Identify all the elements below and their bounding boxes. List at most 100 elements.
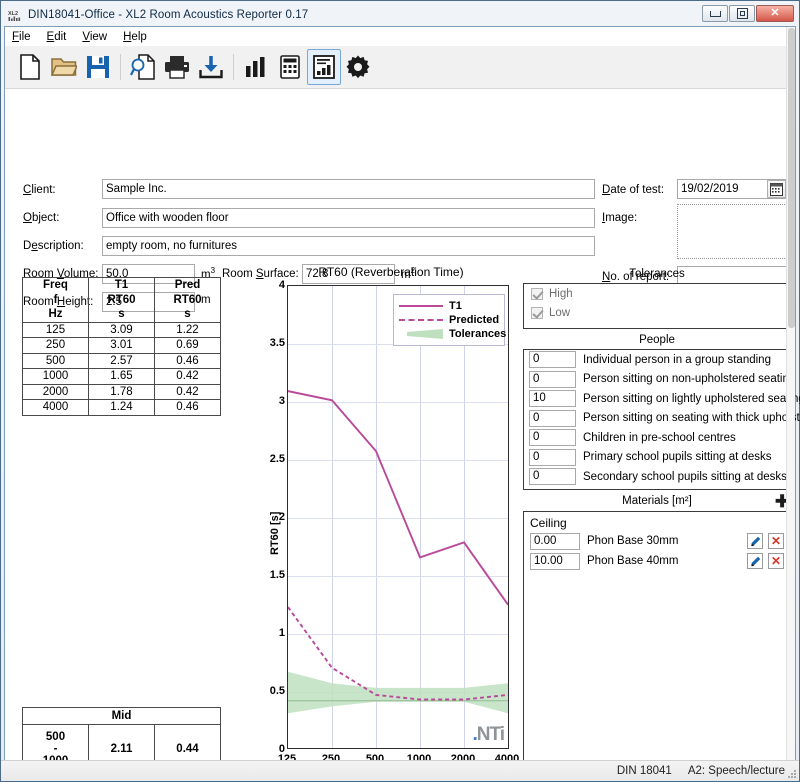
pencil-icon[interactable] <box>747 533 763 549</box>
gear-icon[interactable] <box>341 49 375 85</box>
people-row: 10 Person sitting on lightly upholstered… <box>524 389 800 409</box>
object-input[interactable]: Office with wooden floor <box>102 208 595 228</box>
people-row: 0 Children in pre-school centres <box>524 428 790 448</box>
people-count-input[interactable]: 10 <box>529 390 576 408</box>
legend-label-tolerances: Tolerances <box>449 328 507 340</box>
legend-key-band <box>399 329 443 339</box>
cell-t1: 1.78 <box>88 383 155 400</box>
people-row: 0 Individual person in a group standing <box>524 350 790 370</box>
material-area-input[interactable]: 10.00 <box>530 552 580 570</box>
y-tick-1-5: 1.5 <box>269 569 285 581</box>
date-of-test-label: Date of test: <box>602 184 665 196</box>
vertical-scrollbar[interactable] <box>786 27 795 777</box>
new-document-icon[interactable] <box>13 49 47 85</box>
resize-grip-icon[interactable] <box>785 767 797 779</box>
table-header-row: Hz s s <box>22 307 221 323</box>
delete-material-button[interactable]: ✕ <box>768 553 784 569</box>
print-preview-icon[interactable] <box>126 49 160 85</box>
header-t1-l2: RT60 <box>88 292 155 307</box>
tolerance-low-label: Low <box>549 306 571 319</box>
application-window: XL2 DIN18041-Office - XL2 Room Acoustics… <box>0 0 800 782</box>
description-input[interactable]: empty room, no furnitures <box>102 236 595 256</box>
legend-key-solid-line <box>399 301 443 311</box>
client-label: Client: <box>23 184 56 196</box>
object-label: Object: <box>23 212 60 224</box>
header-pred-l2: RT60 <box>154 292 221 307</box>
description-label: Description: <box>23 240 84 252</box>
menu-help[interactable]: Help <box>123 31 147 43</box>
header-freq-l2: f <box>22 292 89 307</box>
y-tick-4: 4 <box>278 279 285 291</box>
cell-pred: 0.46 <box>154 399 221 416</box>
minimize-button[interactable] <box>702 5 728 22</box>
nti-watermark: .NTi <box>472 724 505 745</box>
calendar-icon-date-of-test[interactable] <box>767 180 786 198</box>
series-t1 <box>288 390 508 606</box>
people-label: Secondary school pupils sitting at desks <box>583 470 787 483</box>
cell-freq: 1000 <box>22 368 89 385</box>
material-area-input[interactable]: 0.00 <box>530 532 580 550</box>
people-row: 0 Primary school pupils sitting at desks <box>524 448 790 468</box>
client-input[interactable]: Sample Inc. <box>102 179 595 199</box>
calculator-icon[interactable] <box>273 49 307 85</box>
maximize-button[interactable] <box>729 5 755 22</box>
cell-t1: 3.09 <box>88 321 155 338</box>
pencil-icon[interactable] <box>747 553 763 569</box>
delete-material-button[interactable]: ✕ <box>768 533 784 549</box>
table-row: 1000 1.65 0.42 <box>22 368 221 385</box>
checkbox-low-icon[interactable] <box>531 306 543 319</box>
legend-label-t1: T1 <box>449 300 462 312</box>
header-t1-l1: T1 <box>88 277 155 293</box>
window-title: DIN18041-Office - XL2 Room Acoustics Rep… <box>28 9 309 21</box>
table-row: 4000 1.24 0.46 <box>22 399 221 416</box>
cell-t1: 2.57 <box>88 352 155 369</box>
menu-file[interactable]: File <box>12 31 31 43</box>
table-header-row: Freq T1 Pred <box>22 277 221 293</box>
menu-edit[interactable]: Edit <box>47 31 67 43</box>
close-button[interactable]: ✕ <box>756 5 794 22</box>
table-row: 250 3.01 0.69 <box>22 337 221 354</box>
bar-chart-icon[interactable] <box>239 49 273 85</box>
mid-title: Mid <box>22 707 221 725</box>
people-label: Primary school pupils sitting at desks <box>583 451 772 464</box>
header-pred-l3: s <box>154 307 221 323</box>
client-area: File Edit View Help Client: Sample Inc. … <box>4 26 800 780</box>
xl2-logo-icon: XL2 <box>8 8 23 23</box>
legend-key-dashed-line <box>399 315 443 325</box>
tolerance-low-row[interactable]: Low <box>524 303 790 322</box>
people-count-input[interactable]: 0 <box>529 409 576 427</box>
save-disk-icon[interactable] <box>81 49 115 85</box>
people-count-input[interactable]: 0 <box>529 370 576 388</box>
cell-freq: 4000 <box>22 399 89 416</box>
cell-pred: 0.42 <box>154 368 221 385</box>
menu-view[interactable]: View <box>82 31 107 43</box>
scrollbar-thumb[interactable] <box>788 28 795 328</box>
printer-icon[interactable] <box>160 49 194 85</box>
people-count-input[interactable]: 0 <box>529 351 576 369</box>
y-tick-3: 3 <box>278 395 285 407</box>
cell-freq: 250 <box>22 337 89 354</box>
tolerances-title: Tolerances <box>629 268 685 280</box>
material-name-label: Phon Base 40mm <box>587 555 679 567</box>
report-icon[interactable] <box>307 49 341 85</box>
open-folder-icon[interactable] <box>47 49 81 85</box>
cell-pred: 0.69 <box>154 337 221 354</box>
checkbox-high-icon[interactable] <box>531 287 543 300</box>
image-label: Image: <box>602 212 638 224</box>
header-pred-l1: Pred <box>154 277 221 293</box>
image-dropzone[interactable] <box>677 204 787 259</box>
legend-item-t1: T1 <box>399 299 498 313</box>
chart-title: RT60 (Reverberation Time) <box>318 265 464 279</box>
materials-group-label: Ceiling <box>530 516 567 530</box>
cell-freq: 500 <box>22 352 89 369</box>
import-download-icon[interactable] <box>194 49 228 85</box>
table-row: Mid <box>22 707 221 725</box>
legend-item-tolerances: Tolerances <box>399 327 506 341</box>
people-count-input[interactable]: 0 <box>529 468 576 486</box>
cell-pred: 1.22 <box>154 321 221 338</box>
tolerance-high-row[interactable]: High <box>524 284 790 303</box>
table-header-row: f RT60 RT60 <box>22 292 221 307</box>
project-form: Client: Sample Inc. Object: Office with … <box>5 89 795 313</box>
people-count-input[interactable]: 0 <box>529 448 576 466</box>
people-count-input[interactable]: 0 <box>529 429 576 447</box>
